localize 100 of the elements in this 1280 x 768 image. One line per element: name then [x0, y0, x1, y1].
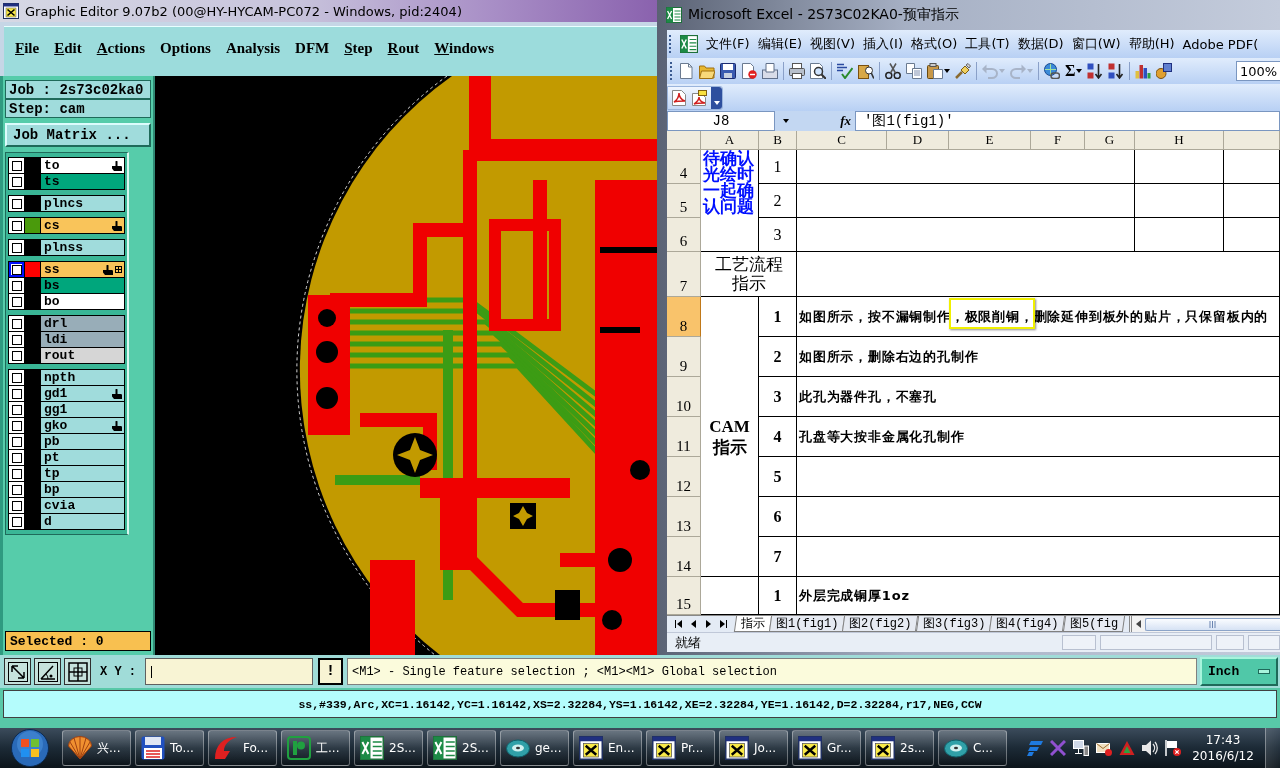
menu-item[interactable]: Rout — [387, 40, 420, 57]
layer-name-button[interactable]: gg1 — [41, 402, 124, 417]
layer-name-button[interactable]: ss — [41, 262, 124, 277]
row-header[interactable]: 8 — [667, 297, 701, 337]
layer-name-button[interactable]: pt — [41, 450, 124, 465]
sort-descending-icon[interactable] — [1108, 63, 1125, 79]
column-header[interactable]: F — [1031, 131, 1085, 150]
insert-function-button[interactable]: fx — [840, 113, 851, 129]
layer-name-button[interactable]: ts — [41, 174, 124, 189]
row-header[interactable]: 10 — [667, 377, 701, 417]
layer-name-button[interactable]: d — [41, 514, 124, 529]
caret-icon[interactable] — [1076, 69, 1083, 73]
layer-name-button[interactable]: gko — [41, 418, 124, 433]
sheet-tab[interactable]: 图4(fig4) — [989, 616, 1066, 632]
globe-link-icon[interactable] — [1044, 63, 1060, 79]
layer-name-button[interactable]: gd1 — [41, 386, 124, 401]
taskbar-button[interactable]: 2S... — [354, 730, 423, 766]
layer-name-button[interactable]: npth — [41, 370, 124, 385]
spell-check-icon[interactable] — [837, 63, 853, 79]
column-header[interactable]: B — [759, 131, 797, 150]
taskbar-button[interactable]: Jo... — [719, 730, 788, 766]
print-preview-icon[interactable] — [810, 63, 826, 79]
layer-name-button[interactable]: to — [41, 158, 124, 173]
open-folder-icon[interactable] — [699, 63, 715, 79]
scrollbar-thumb[interactable] — [1144, 617, 1280, 631]
layer-name-button[interactable]: cs — [41, 218, 124, 233]
column-header[interactable]: H — [1135, 131, 1224, 150]
name-box[interactable]: J8 — [667, 111, 775, 131]
menu-item[interactable]: Adobe PDF( — [1182, 36, 1259, 52]
layer-name-button[interactable]: ldi — [41, 332, 124, 347]
sheet-tab[interactable]: 图1(fig1) — [768, 616, 846, 632]
taskbar-button[interactable]: C... — [938, 730, 1007, 766]
layer-name-button[interactable]: rout — [41, 348, 124, 363]
speaker-icon[interactable] — [1142, 740, 1158, 756]
row-header[interactable]: 9 — [667, 337, 701, 377]
row-header[interactable]: 5 — [667, 184, 701, 218]
drawing-canvas[interactable] — [155, 76, 657, 655]
menu-item[interactable]: Actions — [96, 40, 146, 57]
shapes-icon[interactable] — [1156, 63, 1173, 79]
paste-icon[interactable] — [927, 63, 943, 79]
menu-item[interactable]: File — [15, 40, 40, 57]
cross-logo-icon[interactable] — [1050, 740, 1066, 756]
pdf-document-icon[interactable] — [671, 89, 687, 106]
column-header[interactable]: D — [887, 131, 949, 150]
formula-field[interactable]: '图1(fig1)' — [855, 111, 1280, 131]
taskbar-button[interactable]: Pr... — [646, 730, 715, 766]
menu-item[interactable]: 编辑(E) — [757, 35, 802, 53]
paper-tray-icon[interactable] — [762, 63, 778, 79]
horizontal-scrollbar[interactable] — [1128, 616, 1280, 632]
taskbar-button[interactable]: 2S... — [427, 730, 496, 766]
layer-name-button[interactable]: cvia — [41, 498, 124, 513]
menu-item[interactable]: DFM — [295, 40, 330, 57]
caret-icon[interactable] — [944, 69, 950, 73]
start-button[interactable] — [10, 728, 50, 768]
stripes-logo-icon[interactable] — [1027, 740, 1043, 756]
sheet-tab[interactable]: 指示 — [733, 616, 773, 632]
units-dropdown[interactable]: Inch — [1200, 657, 1278, 686]
book-search-icon[interactable] — [858, 63, 874, 79]
menu-item[interactable]: 格式(O) — [911, 35, 958, 53]
layer-name-button[interactable]: plnss — [41, 240, 124, 255]
column-header[interactable]: G — [1085, 131, 1135, 150]
taskbar-button[interactable]: Gr... — [792, 730, 861, 766]
alert-button[interactable]: ! — [318, 658, 343, 685]
bar-chart-icon[interactable] — [1135, 63, 1152, 79]
layer-name-button[interactable]: pb — [41, 434, 124, 449]
arrow-tool-button[interactable] — [4, 658, 31, 685]
layer-name-button[interactable]: tp — [41, 466, 124, 481]
menu-item[interactable]: 插入(I) — [863, 35, 903, 53]
row-header[interactable]: 13 — [667, 497, 701, 537]
row-header[interactable]: 14 — [667, 537, 701, 577]
first-sheet-icon[interactable] — [674, 620, 682, 628]
row-header[interactable]: 4 — [667, 150, 701, 184]
job-matrix-button[interactable]: Job Matrix ... — [5, 123, 151, 147]
row-header[interactable]: 12 — [667, 457, 701, 497]
layer-name-button[interactable]: drl — [41, 316, 124, 331]
taskbar-button[interactable]: 工... — [281, 730, 350, 766]
save-icon[interactable] — [720, 63, 736, 79]
next-sheet-icon[interactable] — [705, 620, 711, 628]
scissors-icon[interactable] — [885, 63, 901, 79]
previous-sheet-icon[interactable] — [691, 620, 697, 628]
last-sheet-icon[interactable] — [720, 620, 728, 628]
zoom-field[interactable]: 100% — [1236, 61, 1280, 81]
printer-icon[interactable] — [789, 63, 805, 79]
menu-item[interactable]: 帮助(H) — [1128, 35, 1175, 53]
sheet-tab[interactable]: 图5(fig — [1062, 616, 1125, 632]
menu-item[interactable]: 窗口(W) — [1071, 35, 1121, 53]
pdf-comment-icon[interactable] — [691, 89, 707, 106]
scroll-left-icon[interactable] — [1135, 620, 1141, 628]
workbook-icon[interactable] — [680, 35, 698, 53]
sheet-tab[interactable]: 图3(fig3) — [915, 616, 993, 632]
menu-item[interactable]: Step — [344, 40, 373, 57]
layer-name-button[interactable]: plncs — [41, 196, 124, 211]
column-header[interactable]: A — [701, 131, 759, 150]
layer-name-button[interactable]: bs — [41, 278, 124, 293]
layer-name-button[interactable]: bo — [41, 294, 124, 309]
sheet-tab[interactable]: 图2(fig2) — [842, 616, 919, 632]
row-header[interactable]: 7 — [667, 252, 701, 297]
menu-item[interactable]: Edit — [54, 40, 82, 57]
sort-ascending-icon[interactable] — [1087, 63, 1104, 79]
taskbar-button[interactable]: 2s... — [865, 730, 934, 766]
